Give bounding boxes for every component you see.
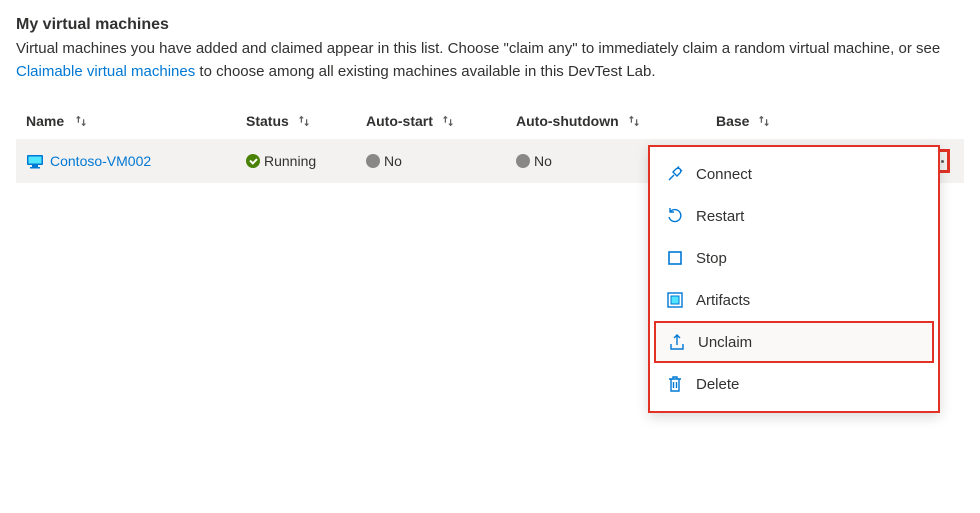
delete-icon (666, 375, 684, 393)
description-text-after: to choose among all existing machines av… (199, 63, 655, 80)
column-label: Auto-start (366, 113, 433, 129)
vm-name-link[interactable]: Contoso-VM002 (50, 153, 151, 169)
sort-icon (441, 114, 455, 128)
column-label: Status (246, 113, 289, 129)
status-running-icon (246, 154, 260, 168)
section-title: My virtual machines (16, 16, 964, 34)
menu-item-connect[interactable]: Connect (650, 153, 938, 195)
sort-icon (297, 114, 311, 128)
unclaim-icon (668, 333, 686, 351)
column-header-name[interactable]: Name (26, 113, 246, 129)
context-menu: Connect Restart Stop (648, 145, 940, 413)
column-label: Name (26, 113, 64, 129)
artifacts-icon (666, 291, 684, 309)
sort-icon (627, 114, 641, 128)
column-header-base[interactable]: Base (716, 113, 836, 129)
menu-item-restart[interactable]: Restart (650, 195, 938, 237)
sort-icon (757, 114, 771, 128)
column-label: Auto-shutdown (516, 113, 619, 129)
stop-icon (666, 249, 684, 267)
menu-label: Connect (696, 166, 752, 183)
section-description: Virtual machines you have added and clai… (16, 38, 956, 83)
column-label: Base (716, 113, 749, 129)
column-header-status[interactable]: Status (246, 113, 366, 129)
table-header-row: Name Status Auto-start Auto-shutdown Bas… (16, 103, 964, 139)
menu-label: Unclaim (698, 334, 752, 351)
table-row[interactable]: Contoso-VM002 Running No No Connect (16, 139, 964, 183)
column-header-autoshutdown[interactable]: Auto-shutdown (516, 113, 716, 129)
autoshutdown-text: No (534, 153, 552, 169)
menu-item-stop[interactable]: Stop (650, 237, 938, 279)
autostart-dot-icon (366, 154, 380, 168)
menu-label: Stop (696, 250, 727, 267)
menu-label: Restart (696, 208, 744, 225)
restart-icon (666, 207, 684, 225)
vm-icon (26, 152, 44, 170)
menu-item-artifacts[interactable]: Artifacts (650, 279, 938, 321)
connect-icon (666, 165, 684, 183)
autoshutdown-dot-icon (516, 154, 530, 168)
description-text-before: Virtual machines you have added and clai… (16, 40, 940, 57)
autostart-text: No (384, 153, 402, 169)
menu-label: Artifacts (696, 292, 750, 309)
status-text: Running (264, 153, 316, 169)
menu-item-unclaim[interactable]: Unclaim (654, 321, 934, 363)
sort-icon (74, 114, 88, 128)
menu-label: Delete (696, 376, 739, 393)
claimable-vms-link[interactable]: Claimable virtual machines (16, 63, 195, 80)
column-header-autostart[interactable]: Auto-start (366, 113, 516, 129)
menu-item-delete[interactable]: Delete (650, 363, 938, 405)
